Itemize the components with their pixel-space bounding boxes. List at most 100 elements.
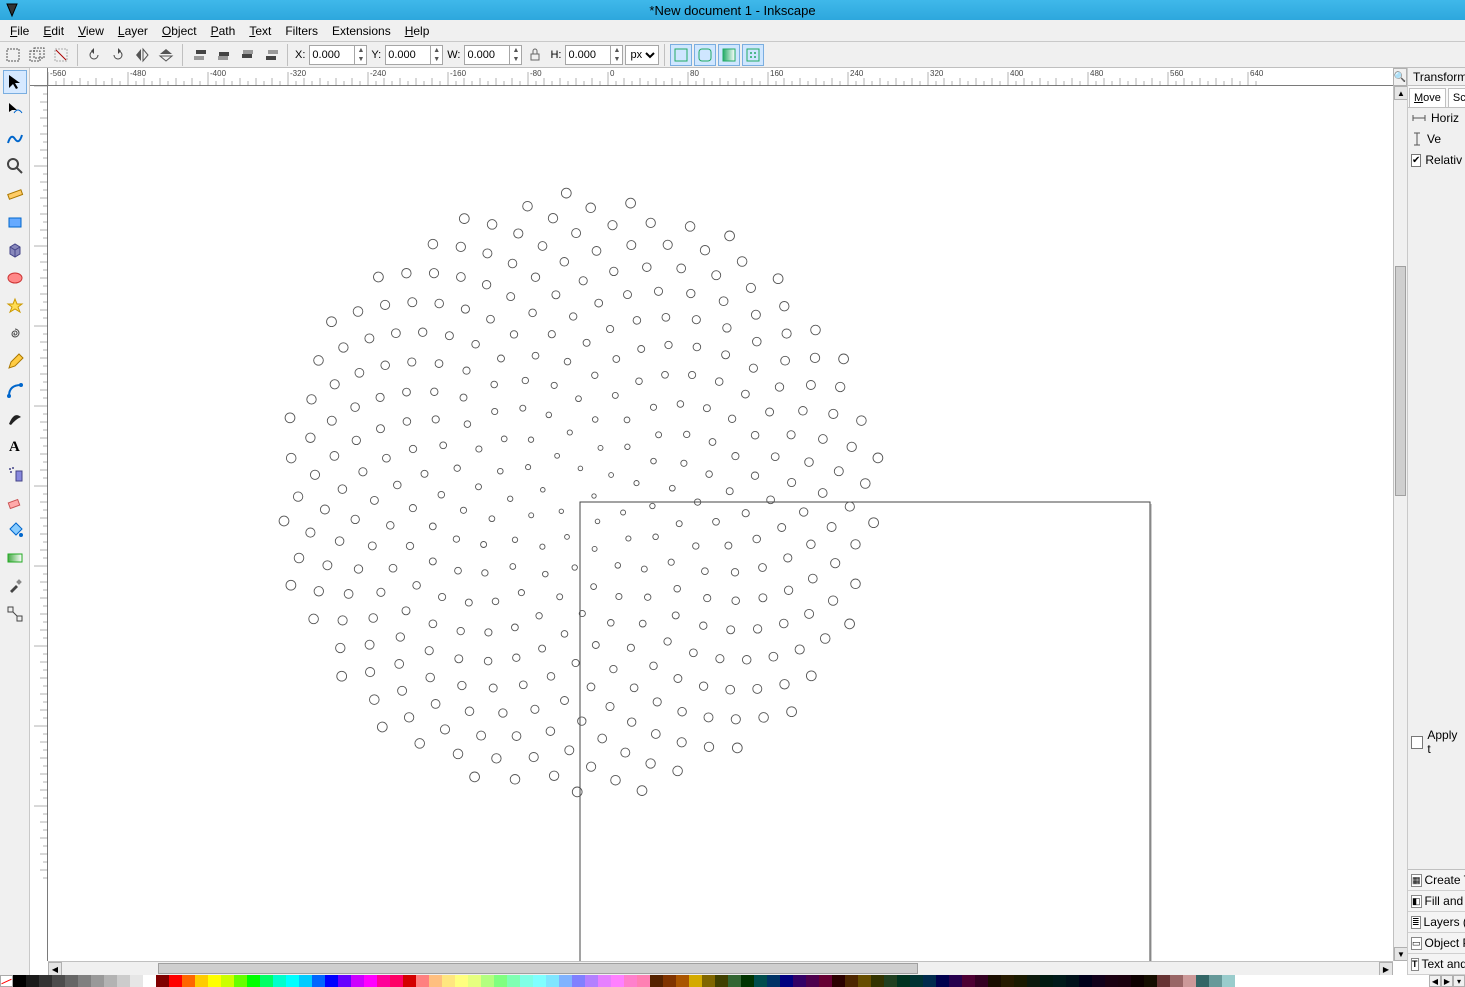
- vscroll-thumb[interactable]: [1395, 266, 1406, 496]
- color-swatch[interactable]: [416, 975, 429, 987]
- color-swatch[interactable]: [1079, 975, 1092, 987]
- ellipse-tool[interactable]: [3, 266, 27, 290]
- color-swatch[interactable]: [910, 975, 923, 987]
- menu-file[interactable]: File: [4, 22, 35, 40]
- h-input[interactable]: ▲▼: [565, 45, 623, 65]
- zoom-corner-icon[interactable]: 🔍: [1393, 68, 1407, 86]
- color-swatch[interactable]: [208, 975, 221, 987]
- color-swatch[interactable]: [39, 975, 52, 987]
- color-swatch[interactable]: [702, 975, 715, 987]
- eraser-tool[interactable]: [3, 490, 27, 514]
- flip-horizontal-icon[interactable]: [131, 44, 153, 66]
- scroll-left-icon[interactable]: ◀: [48, 962, 62, 975]
- color-swatch[interactable]: [364, 975, 377, 987]
- selector-tool[interactable]: [3, 70, 27, 94]
- color-swatch[interactable]: [338, 975, 351, 987]
- color-swatch[interactable]: [546, 975, 559, 987]
- color-swatch[interactable]: [221, 975, 234, 987]
- apply-to-checkbox[interactable]: [1411, 736, 1423, 749]
- menu-help[interactable]: Help: [399, 22, 436, 40]
- affect-corners-icon[interactable]: [694, 44, 716, 66]
- select-all-layers-icon[interactable]: [26, 44, 48, 66]
- color-swatch[interactable]: [78, 975, 91, 987]
- palette-left-icon[interactable]: ◀: [1429, 975, 1441, 987]
- connector-tool[interactable]: [3, 602, 27, 626]
- color-swatch[interactable]: [1222, 975, 1235, 987]
- color-swatch[interactable]: [481, 975, 494, 987]
- color-swatch[interactable]: [1014, 975, 1027, 987]
- affect-stroke-icon[interactable]: [670, 44, 692, 66]
- color-swatch[interactable]: [169, 975, 182, 987]
- menu-path[interactable]: Path: [205, 22, 242, 40]
- color-swatch[interactable]: [286, 975, 299, 987]
- text-tool[interactable]: A: [3, 434, 27, 458]
- color-swatch[interactable]: [767, 975, 780, 987]
- color-swatch[interactable]: [468, 975, 481, 987]
- dock-object-props[interactable]: ▭Object P: [1408, 933, 1465, 954]
- color-swatch[interactable]: [507, 975, 520, 987]
- color-swatch[interactable]: [494, 975, 507, 987]
- palette-menu-icon[interactable]: ▾: [1453, 975, 1465, 987]
- color-swatch[interactable]: [585, 975, 598, 987]
- scroll-right-icon[interactable]: ▶: [1379, 962, 1393, 975]
- color-swatch[interactable]: [260, 975, 273, 987]
- color-swatch[interactable]: [806, 975, 819, 987]
- color-swatch[interactable]: [624, 975, 637, 987]
- calligraphy-tool[interactable]: [3, 406, 27, 430]
- color-swatch[interactable]: [1066, 975, 1079, 987]
- dock-layers[interactable]: ≣Layers (S: [1408, 912, 1465, 933]
- color-swatch[interactable]: [1092, 975, 1105, 987]
- raise-icon[interactable]: [212, 44, 234, 66]
- color-swatch[interactable]: [429, 975, 442, 987]
- color-swatch[interactable]: [325, 975, 338, 987]
- relative-row[interactable]: ✔ Relativ: [1408, 150, 1465, 170]
- color-swatch[interactable]: [858, 975, 871, 987]
- dropper-tool[interactable]: [3, 574, 27, 598]
- menu-text[interactable]: Text: [243, 22, 277, 40]
- zoom-tool[interactable]: [3, 154, 27, 178]
- color-swatch[interactable]: [1040, 975, 1053, 987]
- menu-object[interactable]: Object: [156, 22, 203, 40]
- color-swatch[interactable]: [975, 975, 988, 987]
- color-swatch[interactable]: [676, 975, 689, 987]
- color-swatch[interactable]: [949, 975, 962, 987]
- tab-scale[interactable]: Sc: [1448, 88, 1465, 107]
- color-swatch[interactable]: [52, 975, 65, 987]
- tab-move[interactable]: Move: [1409, 88, 1446, 107]
- color-swatch[interactable]: [312, 975, 325, 987]
- color-swatch[interactable]: [923, 975, 936, 987]
- menu-view[interactable]: View: [72, 22, 110, 40]
- menu-extensions[interactable]: Extensions: [326, 22, 397, 40]
- color-swatch[interactable]: [845, 975, 858, 987]
- color-swatch[interactable]: [130, 975, 143, 987]
- spiral-tool[interactable]: [3, 322, 27, 346]
- color-swatch[interactable]: [793, 975, 806, 987]
- color-swatch[interactable]: [234, 975, 247, 987]
- deselect-icon[interactable]: [50, 44, 72, 66]
- lower-icon[interactable]: [236, 44, 258, 66]
- affect-gradient-icon[interactable]: [718, 44, 740, 66]
- select-all-icon[interactable]: [2, 44, 24, 66]
- star-tool[interactable]: [3, 294, 27, 318]
- color-swatch[interactable]: [1196, 975, 1209, 987]
- horizontal-ruler[interactable]: -560-480-400-320-240-160-800801602403204…: [48, 68, 1393, 86]
- color-swatch[interactable]: [741, 975, 754, 987]
- rotate-cw-icon[interactable]: [107, 44, 129, 66]
- raise-top-icon[interactable]: [188, 44, 210, 66]
- x-input[interactable]: ▲▼: [309, 45, 367, 65]
- color-swatch[interactable]: [143, 975, 156, 987]
- dock-text-font[interactable]: TText and: [1408, 954, 1465, 975]
- color-swatch[interactable]: [117, 975, 130, 987]
- pencil-tool[interactable]: [3, 350, 27, 374]
- color-swatch[interactable]: [65, 975, 78, 987]
- color-swatch[interactable]: [403, 975, 416, 987]
- spray-tool[interactable]: [3, 462, 27, 486]
- color-swatch[interactable]: [962, 975, 975, 987]
- color-swatch[interactable]: [936, 975, 949, 987]
- apply-to-row[interactable]: Apply t: [1408, 725, 1465, 759]
- color-swatch[interactable]: [182, 975, 195, 987]
- color-swatch[interactable]: [1157, 975, 1170, 987]
- color-swatch[interactable]: [754, 975, 767, 987]
- color-swatch[interactable]: [819, 975, 832, 987]
- color-swatch[interactable]: [689, 975, 702, 987]
